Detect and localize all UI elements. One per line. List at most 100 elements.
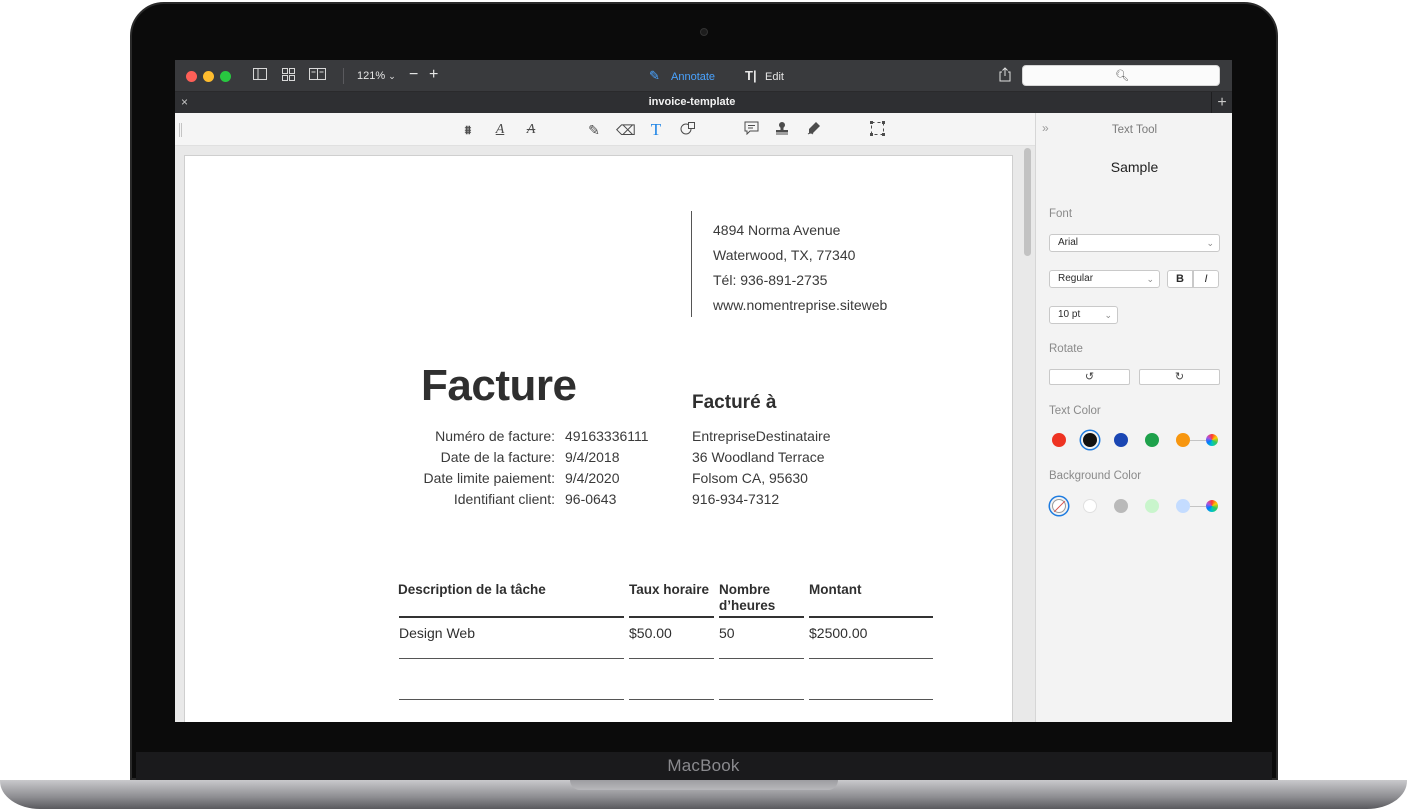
rotate-clockwise-button[interactable]: ↻ — [1139, 369, 1220, 385]
signature-tool-icon[interactable] — [805, 121, 823, 139]
toolbar-divider — [343, 68, 344, 84]
text-color-green-swatch[interactable] — [1145, 433, 1159, 447]
strikethrough-tool-icon[interactable]: A — [522, 121, 540, 139]
sidebar-toggle-icon[interactable] — [252, 68, 268, 84]
table-cell: $50.00 — [629, 625, 672, 641]
text-color-red-swatch[interactable] — [1052, 433, 1066, 447]
annotate-mode-button[interactable]: ✎ Annotate — [649, 68, 715, 85]
thumbnail-grid-icon[interactable] — [280, 68, 296, 84]
table-header-hours: Nombre d’heures — [719, 582, 776, 613]
search-input[interactable] — [1023, 66, 1219, 85]
rotate-counterclockwise-button[interactable]: ↺ — [1049, 369, 1130, 385]
close-window-button[interactable] — [186, 71, 197, 82]
text-tool-icon[interactable]: T — [647, 121, 665, 139]
font-style-select[interactable]: Regular ⌄ — [1049, 270, 1160, 288]
chevron-down-icon: ⌄ — [388, 71, 396, 81]
meta-label: Date limite paiement: — [423, 470, 555, 486]
tab-bar: × invoice-template + — [175, 92, 1232, 113]
billed-line: 916-934-7312 — [692, 491, 780, 507]
color-wheel-icon[interactable] — [1206, 500, 1218, 512]
device-brand: MacBook — [667, 756, 740, 775]
meta-value: 49163336111 — [565, 428, 649, 444]
zoom-level-dropdown[interactable]: 121% ⌄ — [357, 68, 396, 84]
minimize-window-button[interactable] — [203, 71, 214, 82]
table-row-rule — [629, 699, 714, 700]
background-mint-swatch[interactable] — [1145, 499, 1159, 513]
swatch-connector — [1190, 440, 1206, 441]
text-highlight-tool-icon[interactable]: ⩩ — [459, 121, 477, 139]
annotation-toolbar: ⩩ A A ✎ ⌫ T — [175, 113, 1035, 146]
invoice-page: 4894 Norma Avenue Waterwood, TX, 77340 T… — [184, 155, 1013, 722]
background-color-label: Background Color — [1049, 470, 1142, 482]
search-field[interactable]: 🔍︎ — [1022, 65, 1220, 86]
background-white-swatch[interactable] — [1083, 499, 1097, 513]
invoice-title: Facture — [421, 361, 577, 410]
comment-tool-icon[interactable] — [742, 121, 760, 139]
vertical-scrollbar[interactable] — [1024, 148, 1031, 256]
fullscreen-window-button[interactable] — [220, 71, 231, 82]
share-icon[interactable] — [997, 67, 1013, 85]
rotate-label: Rotate — [1049, 343, 1083, 355]
meta-value: 9/4/2020 — [565, 470, 620, 486]
table-header-amount: Montant — [809, 582, 862, 597]
text-color-label: Text Color — [1049, 405, 1101, 417]
text-color-black-swatch[interactable] — [1083, 433, 1097, 447]
meta-label: Identifiant client: — [453, 491, 555, 507]
font-size-select[interactable]: 10 pt ⌄ — [1049, 306, 1118, 324]
background-light-blue-swatch[interactable] — [1176, 499, 1190, 513]
table-row-rule — [629, 658, 714, 659]
billed-line: 36 Woodland Terrace — [692, 449, 825, 465]
chevron-down-icon: ⌄ — [1206, 238, 1214, 248]
address-line: www.nomentreprise.siteweb — [713, 297, 888, 313]
document-viewport[interactable]: 4894 Norma Avenue Waterwood, TX, 77340 T… — [175, 146, 1035, 722]
table-cell: $2500.00 — [809, 625, 868, 641]
selection-tool-icon[interactable] — [868, 121, 886, 139]
tab-title[interactable]: invoice-template — [175, 95, 1209, 110]
eraser-tool-icon[interactable]: ⌫ — [616, 121, 636, 139]
italic-button[interactable]: I — [1193, 270, 1219, 288]
text-color-orange-swatch[interactable] — [1176, 433, 1190, 447]
zoom-in-button[interactable]: + — [429, 66, 438, 84]
billed-line: Folsom CA, 95630 — [692, 470, 808, 486]
text-color-blue-swatch[interactable] — [1114, 433, 1128, 447]
color-wheel-icon[interactable] — [1206, 434, 1218, 446]
font-label: Font — [1049, 208, 1073, 220]
edit-mode-button[interactable]: T| Edit — [745, 68, 784, 85]
bold-button[interactable]: B — [1167, 270, 1193, 288]
table-header-rule — [809, 616, 933, 618]
background-gray-swatch[interactable] — [1114, 499, 1128, 513]
billed-to-heading: Facturé à — [692, 392, 777, 413]
pencil-tool-icon[interactable]: ✎ — [585, 121, 603, 139]
camera-icon — [700, 28, 708, 36]
table-row-rule — [399, 699, 624, 700]
font-family-select[interactable]: Arial ⌄ — [1049, 234, 1220, 252]
annotate-label: Annotate — [671, 71, 716, 83]
table-row-rule — [399, 658, 624, 659]
underline-tool-icon[interactable]: A — [491, 121, 509, 139]
table-header-rule — [629, 616, 714, 618]
app-window: 121% ⌄ − + ✎ Annotate T| Edit 🔍︎ × invoice… — [175, 60, 1232, 722]
table-row-rule — [719, 699, 804, 700]
text-cursor-icon: T| — [745, 68, 757, 83]
meta-label: Numéro de facture: — [435, 428, 555, 444]
billed-line: EntrepriseDestinataire — [692, 428, 831, 444]
address-line: Waterwood, TX, 77340 — [713, 247, 856, 263]
new-tab-button[interactable]: + — [1211, 92, 1232, 113]
inspector-title: Text Tool — [1111, 124, 1158, 136]
laptop-notch — [570, 780, 838, 790]
zoom-out-button[interactable]: − — [409, 66, 418, 84]
no-background-swatch[interactable] — [1052, 499, 1066, 513]
shapes-tool-icon[interactable] — [679, 121, 697, 139]
two-page-view-icon[interactable] — [308, 68, 326, 84]
billed-to-details: EntrepriseDestinataire 36 Woodland Terra… — [692, 426, 831, 510]
table-cell: Design Web — [399, 625, 476, 641]
edit-label: Edit — [765, 71, 784, 83]
drag-handle-icon[interactable] — [179, 123, 182, 137]
address-divider — [691, 211, 692, 317]
stamp-tool-icon[interactable] — [773, 121, 791, 139]
text-tool-inspector: » Text Tool Sample Font Arial ⌄ Regular … — [1035, 113, 1232, 722]
table-header-description: Description de la tâche — [398, 582, 546, 597]
font-size-value: 10 pt — [1058, 309, 1081, 320]
table-cell: 50 — [719, 625, 735, 641]
table-header-rule — [399, 616, 624, 618]
